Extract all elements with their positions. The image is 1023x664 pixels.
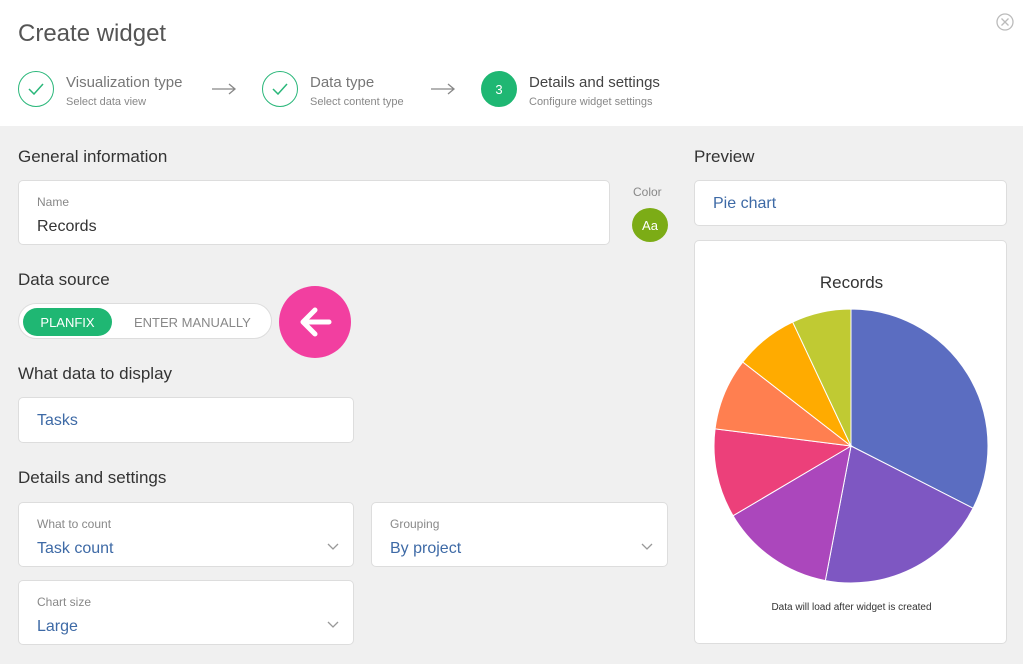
grouping-label: Grouping <box>390 517 440 531</box>
chart-note: Data will load after widget is created <box>771 602 932 613</box>
chart-size-value: Large <box>37 618 78 635</box>
chart-size-select[interactable]: Chart size Large <box>18 580 354 645</box>
check-icon <box>262 71 298 107</box>
preview-title: Preview <box>694 147 755 166</box>
step-number: 3 <box>481 71 517 107</box>
step-subtitle: Select data view <box>66 96 147 108</box>
pie-chart <box>713 308 989 584</box>
data-source-manual-option[interactable]: ENTER MANUALLY <box>134 315 251 330</box>
step-subtitle: Configure widget settings <box>529 96 653 108</box>
name-value: Records <box>37 218 97 235</box>
step-subtitle: Select content type <box>310 96 404 108</box>
name-label: Name <box>37 195 70 209</box>
arrow-right-icon <box>431 83 456 95</box>
data-source-title: Data source <box>18 270 110 289</box>
data-type-field[interactable]: Tasks <box>18 397 354 443</box>
chevron-down-icon <box>327 543 339 550</box>
dialog-title: Create widget <box>18 20 167 47</box>
step-title: Visualization type <box>66 74 183 91</box>
step-data-type[interactable]: Data type Select content type <box>262 71 422 111</box>
chart-size-label: Chart size <box>37 595 92 609</box>
what-to-count-value: Task count <box>37 540 114 557</box>
data-source-planfix-option[interactable]: PLANFIX <box>23 308 112 336</box>
chevron-down-icon <box>641 543 653 550</box>
chart-preview: Records Data will load after widget is c… <box>694 240 1007 644</box>
data-type-value: Tasks <box>37 412 78 429</box>
check-icon <box>18 71 54 107</box>
step-visualization-type[interactable]: Visualization type Select data view <box>18 71 198 111</box>
step-title: Data type <box>310 74 375 91</box>
general-info-title: General information <box>18 147 168 166</box>
name-field[interactable]: Name Records <box>18 180 610 245</box>
color-picker-button[interactable]: Aa <box>632 208 668 242</box>
arrow-right-icon <box>212 83 237 95</box>
step-title: Details and settings <box>529 74 660 91</box>
pointer-arrow-icon <box>279 286 351 358</box>
chart-type-field[interactable]: Pie chart <box>694 180 1007 226</box>
step-details-settings[interactable]: 3 Details and settings Configure widget … <box>481 71 681 111</box>
details-settings-title: Details and settings <box>18 468 167 487</box>
chart-type-value: Pie chart <box>713 195 777 212</box>
close-icon[interactable] <box>995 12 1015 32</box>
grouping-select[interactable]: Grouping By project <box>371 502 668 567</box>
what-to-count-label: What to count <box>37 517 112 531</box>
what-to-count-select[interactable]: What to count Task count <box>18 502 354 567</box>
grouping-value: By project <box>390 540 462 557</box>
what-data-title: What data to display <box>18 364 173 383</box>
dialog-header: Create widget Visualization type Select … <box>0 0 1023 126</box>
data-source-toggle: PLANFIX ENTER MANUALLY <box>18 303 272 339</box>
color-label: Color <box>633 185 662 199</box>
chevron-down-icon <box>327 621 339 628</box>
